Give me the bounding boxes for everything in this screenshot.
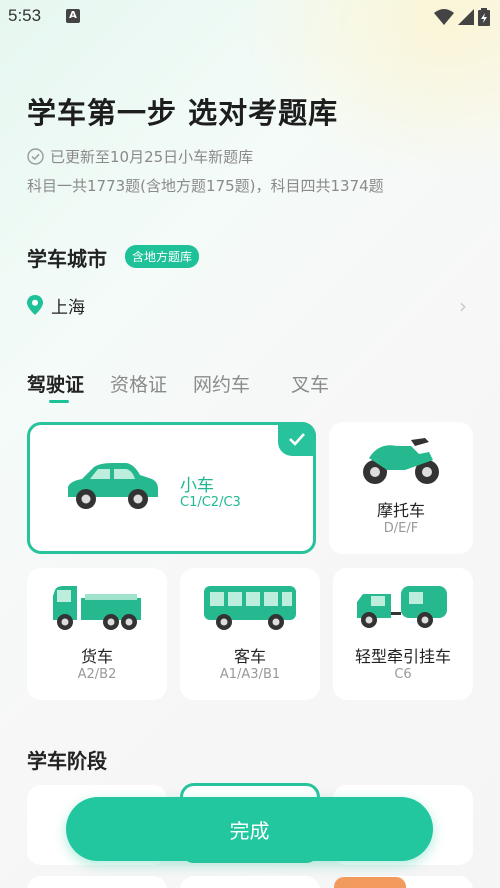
page-title: 学车第一步 选对考题库 bbox=[27, 96, 339, 130]
stage-section-title: 学车阶段 bbox=[27, 749, 107, 773]
tab-driving-license[interactable]: 驾驶证 bbox=[27, 370, 85, 403]
stage-card[interactable] bbox=[180, 876, 320, 888]
status-icons bbox=[434, 8, 490, 26]
check-circle-icon bbox=[27, 148, 44, 165]
tab-label: 叉车 bbox=[291, 374, 330, 396]
signal-icon bbox=[458, 9, 474, 25]
vehicle-name: 货车 bbox=[80, 647, 113, 666]
question-count-text: 科目一共1773题(含地方题175题)，科目四共1374题 bbox=[27, 177, 384, 195]
vehicle-card-motorcycle[interactable]: 摩托车 D/E/F bbox=[329, 422, 473, 554]
vehicle-card-truck[interactable]: 货车 A2/B2 bbox=[27, 568, 167, 700]
tab-active-indicator bbox=[49, 400, 69, 403]
vehicle-card-trailer[interactable]: 轻型牵引挂车 C6 bbox=[333, 568, 473, 700]
vehicle-code: A1/A3/B1 bbox=[219, 667, 281, 682]
city-name: 上海 bbox=[51, 297, 85, 318]
stage-card[interactable] bbox=[27, 876, 167, 888]
license-type-tabs: 驾驶证 资格证 网约车 叉车 bbox=[27, 370, 355, 403]
vehicle-name: 摩托车 bbox=[376, 501, 425, 520]
tab-label: 驾驶证 bbox=[27, 374, 85, 396]
update-text: 已更新至10月25日小车新题库 bbox=[50, 148, 254, 166]
vehicle-code: A2/B2 bbox=[77, 667, 117, 682]
vehicle-code: C1/C2/C3 bbox=[180, 495, 241, 510]
local-question-badge: 含地方题库 bbox=[125, 245, 200, 268]
vehicle-name: 轻型牵引挂车 bbox=[354, 647, 451, 666]
vehicle-code: D/E/F bbox=[383, 521, 419, 536]
trailer-icon bbox=[357, 586, 447, 628]
status-bar: 5:53 A bbox=[0, 0, 500, 34]
tab-forklift[interactable]: 叉车 bbox=[291, 370, 329, 397]
done-button[interactable]: 完成 bbox=[66, 797, 433, 861]
city-section-title: 学车城市 bbox=[27, 247, 107, 271]
car-icon bbox=[68, 463, 158, 509]
vehicle-card-car[interactable]: 小车 C1/C2/C3 bbox=[27, 422, 316, 554]
truck-icon bbox=[53, 586, 141, 630]
vehicle-code: C6 bbox=[394, 667, 412, 682]
battery-icon bbox=[478, 8, 490, 26]
tab-label: 资格证 bbox=[110, 374, 168, 396]
promo-tag bbox=[334, 877, 406, 888]
vehicle-card-bus[interactable]: 客车 A1/A3/B1 bbox=[180, 568, 320, 700]
wifi-icon bbox=[434, 9, 454, 25]
tab-label: 网约车 bbox=[193, 374, 251, 396]
update-status: 已更新至10月25日小车新题库 bbox=[27, 146, 253, 167]
chevron-right-icon: › bbox=[459, 294, 467, 318]
city-selector[interactable]: 上海 › bbox=[27, 290, 473, 320]
bus-icon bbox=[204, 586, 296, 630]
notification-icon: A bbox=[66, 9, 80, 23]
done-button-label: 完成 bbox=[229, 818, 270, 843]
tab-qualification[interactable]: 资格证 bbox=[110, 370, 167, 397]
location-pin-icon bbox=[27, 295, 43, 315]
status-time: 5:53 bbox=[8, 6, 42, 25]
tab-ride-hailing[interactable]: 网约车 bbox=[193, 370, 250, 397]
motorcycle-icon bbox=[363, 438, 439, 484]
selected-check-icon bbox=[278, 422, 316, 456]
vehicle-name: 客车 bbox=[233, 647, 266, 666]
vehicle-name: 小车 bbox=[180, 476, 214, 496]
